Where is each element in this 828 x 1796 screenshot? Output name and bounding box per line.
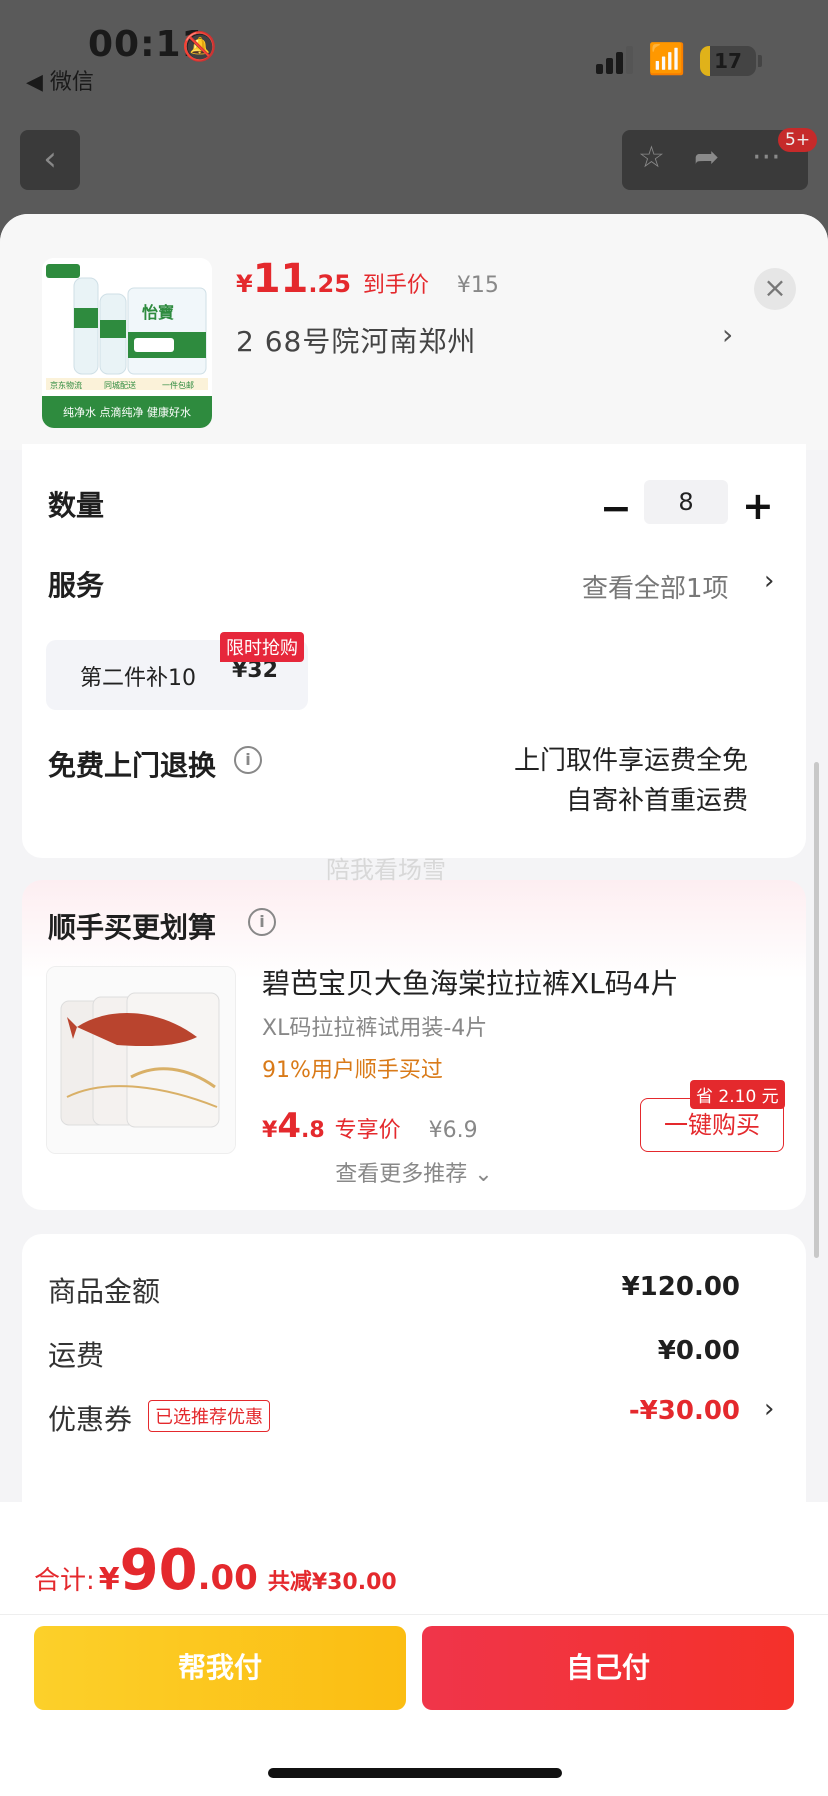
scrollbar[interactable] [814, 762, 819, 1258]
price-currency: ¥ [236, 270, 253, 298]
recommended-product-price: ¥ 4 .8 专享价 ¥6.9 [262, 1106, 478, 1146]
chevron-right-icon[interactable]: › [764, 566, 774, 596]
watermark: 陪我看场雪 [326, 856, 446, 884]
goods-amount-value: ¥120.00 [621, 1272, 740, 1302]
cellular-signal-icon [596, 46, 636, 74]
total-label: 合计: [34, 1566, 95, 1596]
footer-divider [0, 1614, 828, 1615]
water-bottles-illustration: 怡寶 京东物流 同城配送 一件包邮 纯净水 点滴纯净 健康好水 [42, 258, 212, 428]
share-icon[interactable]: ➦ [694, 140, 719, 175]
wifi-icon: 📶 [648, 42, 686, 77]
recommended-product-name[interactable]: 碧芭宝贝大鱼海棠拉拉裤XL码4片 [262, 962, 679, 1002]
battery-icon: 17 [700, 46, 756, 76]
battery-level: 17 [714, 49, 742, 73]
price-tag: 专享价 [334, 1118, 401, 1143]
product-price: ¥ 11 .25 到手价 ¥15 [236, 256, 499, 302]
chevron-right-icon[interactable]: › [764, 1394, 774, 1424]
price-decimal: .8 [300, 1118, 325, 1143]
product-image[interactable]: 怡寶 京东物流 同城配送 一件包邮 纯净水 点滴纯净 健康好水 [42, 258, 212, 428]
flash-sale-badge: 限时抢购 [220, 632, 304, 662]
coupon-value[interactable]: -¥30.00 [629, 1396, 740, 1426]
shipping-value: ¥0.00 [657, 1336, 740, 1366]
free-return-label: 免费上门退换 [48, 749, 217, 782]
return-policy-line1: 上门取件享运费全免 [513, 746, 748, 776]
svg-text:一件包邮: 一件包邮 [162, 380, 194, 390]
total-currency: ¥ [98, 1562, 120, 1597]
bell-muted-icon: 🔕 [182, 30, 217, 63]
recommended-product-rate: 91%用户顺手买过 [262, 1058, 443, 1083]
original-price: ¥6.9 [428, 1118, 478, 1143]
pay-myself-button[interactable]: 自己付 [422, 1626, 794, 1710]
back-arrow-icon[interactable]: ‹ [20, 130, 80, 190]
close-icon[interactable]: × [754, 268, 796, 310]
recommendation-title: 顺手买更划算 [48, 911, 217, 944]
info-icon[interactable]: i [248, 908, 276, 936]
total-integer: 90 [119, 1538, 198, 1603]
price-decimal: .25 [308, 270, 351, 298]
info-icon[interactable]: i [234, 746, 262, 774]
options-card: 数量 − 8 + 服务 查看全部1项 › 第二件补10 ¥32 限时抢购 免费上… [22, 444, 806, 858]
home-indicator[interactable] [268, 1768, 562, 1778]
status-bar: 00:11 🔕 ◀ 微信 📶 17 [0, 0, 828, 100]
recommended-product-subtitle: XL码拉拉裤试用装-4片 [262, 1016, 488, 1041]
total-price: 合计: ¥ 90 .00 共减¥30.00 [34, 1538, 397, 1603]
svg-text:怡寶: 怡寶 [142, 303, 174, 322]
svg-text:京东物流: 京东物流 [50, 380, 82, 390]
quantity-increase-button[interactable]: + [742, 484, 774, 528]
return-policy-line2: 自寄补首重运费 [565, 786, 748, 816]
message-badge: 5+ [778, 128, 818, 152]
quantity-decrease-button[interactable]: − [600, 486, 632, 530]
quantity-input[interactable]: 8 [644, 480, 728, 524]
price-integer: 4 [277, 1106, 301, 1146]
back-to-app-link[interactable]: ◀ 微信 [26, 64, 94, 96]
battery-tip [758, 55, 762, 67]
chevron-right-icon[interactable]: › [722, 318, 733, 351]
service-option-name: 第二件补10 [80, 666, 196, 691]
product-header: 怡寶 京东物流 同城配送 一件包邮 纯净水 点滴纯净 健康好水 ¥ 11 .25… [0, 214, 828, 450]
savings-badge: 省 2.10 元 [690, 1080, 785, 1109]
more-icon[interactable]: ··· [752, 140, 781, 175]
coupon-applied-tag: 已选推荐优惠 [148, 1400, 270, 1432]
svg-text:同城配送: 同城配送 [104, 380, 136, 390]
star-icon[interactable]: ☆ [638, 140, 665, 175]
delivery-address[interactable]: 2 68号院河南郑州 [236, 320, 476, 360]
more-recommendations-link[interactable]: 查看更多推荐 ⌄ [22, 1156, 806, 1188]
total-decimal: .00 [197, 1558, 258, 1598]
svg-text:纯净水 点滴纯净 健康好水: 纯净水 点滴纯净 健康好水 [63, 405, 191, 419]
diaper-pack-illustration [47, 967, 235, 1153]
original-price: ¥15 [456, 273, 499, 298]
price-tag: 到手价 [362, 273, 429, 298]
view-all-services-link[interactable]: 查看全部1项 [582, 568, 729, 605]
price-integer: 11 [252, 256, 309, 302]
background-page: 00:11 🔕 ◀ 微信 📶 17 ‹ ☆ ➦ ··· 5+ [0, 0, 828, 240]
checkout-footer: 合计: ¥ 90 .00 共减¥30.00 帮我付 自己付 [0, 1502, 828, 1796]
recommendation-card: 顺手买更划算 i 碧芭宝贝大鱼海棠拉拉裤XL码4片 XL码拉拉裤试用装-4片 9… [22, 880, 806, 1210]
quantity-label: 数量 [48, 489, 105, 522]
price-currency: ¥ [262, 1118, 278, 1143]
help-me-pay-button[interactable]: 帮我付 [34, 1626, 406, 1710]
recommended-product-image[interactable] [46, 966, 236, 1154]
service-label: 服务 [48, 569, 105, 602]
total-discount: 共减¥30.00 [267, 1570, 397, 1595]
